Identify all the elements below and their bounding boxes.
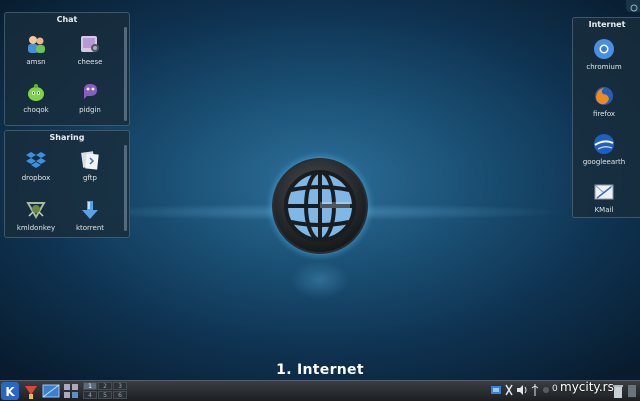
chat-folderview-widget[interactable]: Chat amsn cheese choqok pidgin: [4, 12, 130, 126]
choqok-label: choqok: [23, 106, 49, 114]
launcher-kmldonkey[interactable]: kmldonkey: [9, 199, 63, 232]
launcher-gftp[interactable]: gftp: [63, 149, 117, 182]
usb-device-icon[interactable]: [530, 383, 540, 397]
firefox-label: firefox: [592, 110, 616, 118]
firefox-icon: [595, 87, 613, 105]
internet-widget-title: Internet: [588, 20, 626, 29]
tools-tray-icon[interactable]: [504, 383, 514, 397]
watermark-text: mycity.rs: [560, 380, 614, 394]
kmldonkey-icon: [26, 202, 46, 220]
pager-desktop-6[interactable]: 6: [113, 391, 127, 399]
chat-widget-title: Chat: [56, 15, 78, 24]
cheese-label: cheese: [77, 58, 103, 66]
pager-desktop-2[interactable]: 2: [98, 382, 112, 390]
launcher-googleearth[interactable]: googleearth: [577, 133, 631, 166]
notifications-icon[interactable]: [542, 383, 550, 397]
kde-menu-icon[interactable]: K: [1, 382, 19, 400]
desktop-toolbox-corner[interactable]: [626, 0, 640, 12]
dropbox-label: dropbox: [21, 174, 51, 182]
network-tray-icon[interactable]: [490, 383, 502, 397]
sharing-scrollbar[interactable]: [124, 145, 127, 231]
sharing-widget-title: Sharing: [49, 133, 85, 142]
launcher-ktorrent[interactable]: ktorrent: [63, 199, 117, 232]
pager-desktop-5[interactable]: 5: [98, 391, 112, 399]
gftp-label: gftp: [83, 174, 97, 182]
pager-desktop-1[interactable]: 1: [83, 382, 97, 390]
gftp-icon: [81, 151, 99, 170]
pager-desktop-3[interactable]: 3: [113, 382, 127, 390]
svg-text:K: K: [5, 385, 15, 399]
tools-launcher-icon[interactable]: [22, 382, 40, 400]
internet-globe-icon: [265, 151, 375, 261]
dropbox-icon: [26, 152, 46, 168]
launcher-chromium[interactable]: chromium: [577, 38, 631, 71]
pidgin-icon: [84, 84, 97, 99]
window-list-icon[interactable]: [62, 382, 80, 400]
chat-scrollbar[interactable]: [124, 27, 127, 121]
activity-name-label: 1. Internet: [276, 362, 364, 378]
virtual-desktop-pager[interactable]: 1 2 3 4 5 6: [83, 382, 127, 400]
launcher-dropbox[interactable]: dropbox: [9, 149, 63, 182]
launcher-pidgin[interactable]: pidgin: [63, 81, 117, 114]
globe-reflection: [278, 262, 362, 322]
googleearth-label: googleearth: [582, 158, 626, 166]
kmail-label: KMail: [594, 206, 614, 214]
chromium-label: chromium: [586, 63, 622, 71]
kmail-icon: [594, 184, 614, 200]
launcher-kmail[interactable]: KMail: [577, 181, 631, 214]
launcher-choqok[interactable]: choqok: [9, 81, 63, 114]
desktop-show-icon[interactable]: [42, 382, 60, 400]
ktorrent-label: ktorrent: [75, 224, 105, 232]
internet-folderview-widget[interactable]: Internet chromium firefox googleearth KM…: [572, 17, 640, 218]
kmldonkey-label: kmldonkey: [16, 224, 56, 232]
chromium-icon: [594, 39, 614, 59]
choqok-bird-icon: [28, 84, 44, 101]
amsn-label: amsn: [26, 58, 46, 66]
taskbar-panel: K 1 2 3 4 5 6 0: [0, 380, 640, 401]
volume-icon[interactable]: [516, 383, 528, 397]
launcher-amsn[interactable]: amsn: [9, 33, 63, 66]
ktorrent-icon: [82, 201, 98, 219]
pidgin-label: pidgin: [79, 106, 101, 114]
amsn-buddies-icon: [28, 36, 45, 53]
digital-clock[interactable]: 0: [552, 384, 558, 394]
panel-toolbox-icon[interactable]: [626, 383, 638, 399]
pager-desktop-4[interactable]: 4: [83, 391, 97, 399]
launcher-firefox[interactable]: firefox: [577, 85, 631, 118]
googleearth-icon: [594, 134, 614, 154]
sharing-folderview-widget[interactable]: Sharing dropbox gftp kmldonkey ktorrent: [4, 130, 130, 238]
launcher-cheese[interactable]: cheese: [63, 33, 117, 66]
cheese-webcam-icon: [81, 36, 99, 52]
